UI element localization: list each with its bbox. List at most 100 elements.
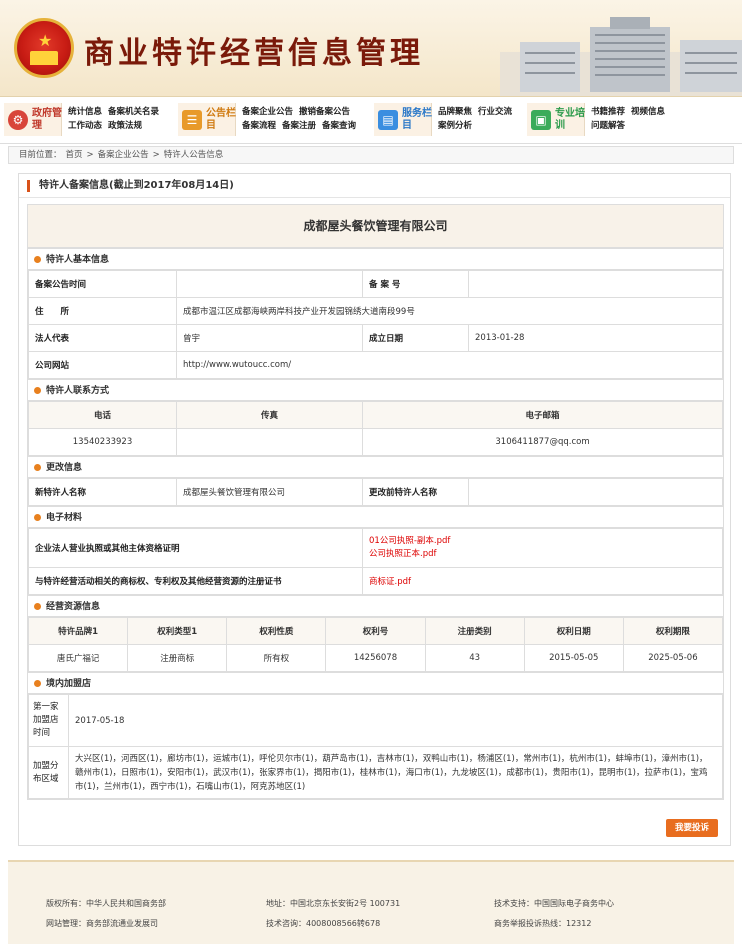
nav-link[interactable]: 备案流程 [242, 119, 276, 133]
section-stores: 境内加盟店 [28, 672, 723, 694]
building-illustration [500, 17, 742, 96]
founded-value: 2013-01-28 [468, 324, 723, 352]
footer-report: 商务举报投诉热线：12312 [494, 919, 592, 928]
breadcrumb: 目前位置： 首页 > 备案企业公告 > 特许人公告信息 [8, 146, 734, 164]
table-row: 唐氏广福记 注册商标 所有权 14256078 43 2015-05-05 20… [27, 644, 724, 672]
footer-address: 地址：中国北京东长安街2号 100731 [266, 899, 401, 908]
phone-value: 13540233923 [28, 428, 177, 456]
company-name: 成都屋头餐饮管理有限公司 [28, 205, 723, 248]
nav-label-training: 专业培训 [555, 108, 585, 131]
nav-group-notice: ☰ 公告栏目 备案企业公告 撤销备案公告 备案流程 备案注册 备案查询 [178, 97, 368, 142]
notice-time-value [176, 270, 363, 298]
footer-copyright: 版权所有：中华人民共和国商务部 [46, 899, 166, 908]
nav-link[interactable]: 视频信息 [631, 105, 665, 119]
section-contact: 特许人联系方式 [28, 379, 723, 401]
complaint-button[interactable]: 我要投诉 [666, 819, 718, 837]
breadcrumb-sep: > [152, 150, 160, 160]
phone-label: 电话 [28, 401, 177, 429]
footer-operator: 网站管理：商务部流通业发展司 [46, 919, 158, 928]
nav-link[interactable]: 备案查询 [322, 119, 356, 133]
breadcrumb-item[interactable]: 备案企业公告 [98, 150, 149, 160]
nav-link[interactable]: 案例分析 [438, 119, 472, 133]
basic-table: 备案公告时间 备 案 号 住 所 成都市温江区成都海峡两岸科技产业开发园锦绣大道… [28, 270, 723, 379]
nav-link[interactable]: 品牌聚焦 [438, 105, 472, 119]
table-cell: 所有权 [226, 644, 327, 672]
table-cell: 2025-05-06 [622, 644, 724, 672]
breadcrumb-prefix: 目前位置： [19, 150, 62, 160]
nav-link[interactable]: 撤销备案公告 [299, 105, 350, 119]
trademark-files: 商标证.pdf [362, 567, 723, 595]
footer: 版权所有：中华人民共和国商务部 地址：中国北京东长安街2号 100731 技术支… [8, 860, 734, 944]
address-label: 住 所 [28, 297, 177, 325]
license-file-link[interactable]: 公司执照正本.pdf [369, 548, 716, 561]
nav-group-service: ▤ 服务栏目 品牌聚焦 行业交流 案例分析 [374, 97, 524, 142]
record-no-value [468, 270, 723, 298]
first-store-label: 第一家加盟店时间 [28, 694, 69, 747]
nav-links-training: 书籍推荐 视频信息 问题解答 [591, 105, 701, 133]
national-emblem-icon: ★ [14, 18, 74, 78]
resources-header: 权利号 [325, 617, 426, 645]
resources-header: 权利日期 [523, 617, 624, 645]
service-icon: ▤ [378, 110, 398, 130]
breadcrumb-item[interactable]: 首页 [66, 150, 83, 160]
nav-link[interactable]: 书籍推荐 [591, 105, 625, 119]
breadcrumb-sep: > [86, 150, 94, 160]
nav-link[interactable]: 工作动态 [68, 119, 102, 133]
fax-value [176, 428, 363, 456]
nav-label-notice: 公告栏目 [206, 108, 236, 131]
nav-link[interactable]: 统计信息 [68, 105, 102, 119]
website-value[interactable]: http://www.wutoucc.com/ [176, 351, 723, 379]
resources-header: 权利性质 [226, 617, 327, 645]
first-store-value: 2017-05-18 [68, 694, 723, 747]
new-name-value: 成都屋头餐饮管理有限公司 [176, 478, 363, 506]
resources-header: 注册类别 [424, 617, 525, 645]
nav-group-training: ▣ 专业培训 书籍推荐 视频信息 问题解答 [527, 97, 687, 142]
footer-tech-support: 技术支持：中国国际电子商务中心 [494, 899, 614, 908]
founded-label: 成立日期 [362, 324, 469, 352]
nav-link[interactable]: 备案注册 [282, 119, 316, 133]
nav-link[interactable]: 备案机关名录 [108, 105, 159, 119]
legal-value: 曾宇 [176, 324, 363, 352]
record-panel: 特许人备案信息(截止到2017年08月14日) 成都屋头餐饮管理有限公司 特许人… [18, 173, 731, 846]
new-name-label: 新特许人名称 [28, 478, 177, 506]
notice-icon: ☰ [182, 110, 202, 130]
nav-label-gov: 政府管理 [32, 108, 62, 131]
main-nav: ⚙ 政府管理 统计信息 备案机关名录 工作动态 政策法规 ☰ 公告栏目 备案企业公告… [0, 97, 742, 144]
legal-label: 法人代表 [28, 324, 177, 352]
resources-table: 特许品牌1 权利类型1 权利性质 权利号 注册类别 权利日期 权利期限 唐氏广福… [27, 617, 724, 672]
nav-link[interactable]: 政策法规 [108, 119, 142, 133]
nav-tile-service[interactable]: ▤ 服务栏目 [374, 103, 432, 136]
stores-table: 第一家加盟店时间 2017-05-18 加盟分布区域 大兴区(1)，河西区(1)… [28, 694, 723, 799]
gov-icon: ⚙ [8, 110, 28, 130]
contact-table: 电话 传真 电子邮箱 13540233923 3106411877@qq.com [28, 401, 723, 456]
section-change: 更改信息 [28, 456, 723, 478]
nav-link[interactable]: 问题解答 [591, 119, 625, 133]
nav-tile-training[interactable]: ▣ 专业培训 [527, 103, 585, 136]
record-form: 成都屋头餐饮管理有限公司 特许人基本信息 备案公告时间 备 案 号 住 所 成都… [27, 204, 724, 800]
nav-tile-notice[interactable]: ☰ 公告栏目 [178, 103, 236, 136]
footer-hotline: 技术咨询：4008008566转678 [266, 919, 381, 928]
fax-label: 传真 [176, 401, 363, 429]
nav-link[interactable]: 备案企业公告 [242, 105, 293, 119]
nav-links-gov: 统计信息 备案机关名录 工作动态 政策法规 [68, 105, 178, 133]
table-cell: 2015-05-05 [523, 644, 624, 672]
nav-tile-gov[interactable]: ⚙ 政府管理 [4, 103, 62, 136]
site-title: 商业特许经营信息管理 [84, 36, 424, 71]
table-cell: 唐氏广福记 [27, 644, 129, 672]
old-name-value [468, 478, 723, 506]
trademark-label: 与特许经营活动相关的商标权、专利权及其他经营资源的注册证书 [28, 567, 363, 595]
panel-heading: 特许人备案信息(截止到2017年08月14日) [19, 174, 730, 198]
section-materials: 电子材料 [28, 506, 723, 528]
trademark-file-link[interactable]: 商标证.pdf [369, 577, 411, 587]
nav-link[interactable]: 行业交流 [478, 105, 512, 119]
header-banner: ★ 商业特许经营信息管理 [0, 0, 742, 97]
section-basic: 特许人基本信息 [28, 248, 723, 270]
old-name-label: 更改前特许人名称 [362, 478, 469, 506]
address-value: 成都市温江区成都海峡两岸科技产业开发园锦绣大道南段99号 [176, 297, 723, 325]
record-no-label: 备 案 号 [362, 270, 469, 298]
section-resources: 经营资源信息 [28, 595, 723, 617]
resources-header: 特许品牌1 [27, 617, 129, 645]
training-icon: ▣ [531, 110, 551, 130]
resources-header: 权利期限 [622, 617, 724, 645]
license-file-link[interactable]: 01公司执照-副本.pdf [369, 535, 716, 548]
